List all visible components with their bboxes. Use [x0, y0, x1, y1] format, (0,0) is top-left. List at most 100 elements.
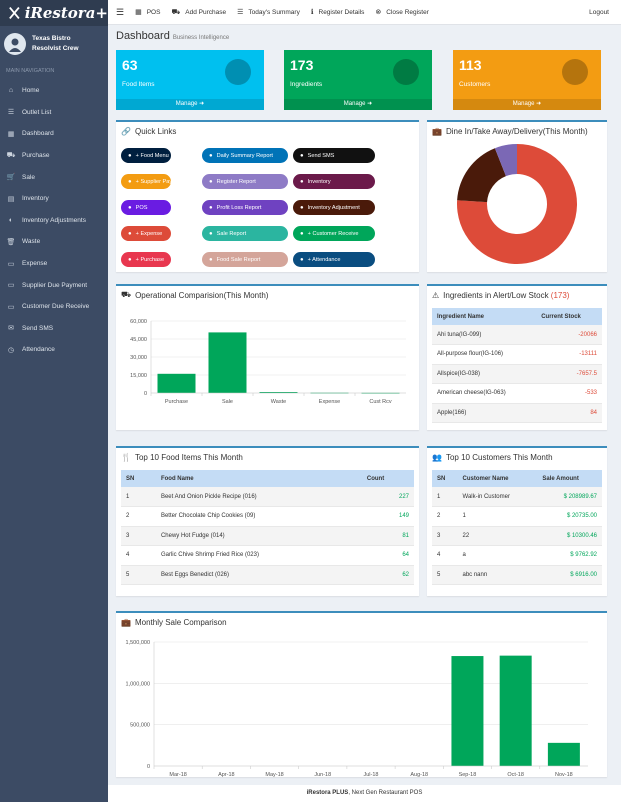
quick-link-supplier-payment[interactable]: ● + Supplier Payment	[121, 174, 185, 189]
y-tick-label: 1,000,000	[126, 681, 150, 687]
pizza-icon	[222, 56, 254, 90]
table-cell: 4	[432, 545, 458, 566]
quick-links-title: Quick Links	[134, 126, 177, 136]
operational-bar-chart: 0 15,000 30,000 45,000 60,000 Purchase Sale Was…	[130, 319, 406, 405]
table-cell: 81	[361, 526, 414, 546]
table-cell: American cheese(IG-063)	[432, 383, 537, 404]
quick-link-label: POS	[135, 204, 148, 211]
sidebar-item-label: Waste	[22, 238, 41, 246]
sidebar-item-inventory[interactable]: ▤ Inventory	[0, 188, 108, 210]
sidebar-item-customer-due-receive[interactable]: ▭ Customer Due Receive	[0, 296, 108, 318]
column-header: Count	[361, 470, 414, 487]
quick-link-customer-receive[interactable]: ● + Customer Receive	[293, 226, 375, 241]
table-row: 1 Beet And Onion Pickle Recipe (016) 227	[121, 487, 414, 507]
quick-link-daily-summary-report[interactable]: ● Daily Summary Report	[202, 148, 288, 163]
table-cell: a	[457, 545, 538, 566]
x-tick-label: Aug-18	[410, 772, 428, 778]
quick-link-attendance[interactable]: ● + Attendance	[293, 252, 375, 267]
quick-link-profit-loss-report[interactable]: ● Profit Loss Report	[202, 200, 288, 215]
sidebar-item-dashboard[interactable]: ▦ Dashboard	[0, 123, 108, 145]
quick-link-icon: ●	[128, 178, 132, 185]
table-cell: -13111	[536, 344, 602, 365]
quick-link-icon: ●	[300, 204, 304, 211]
table-row: 3 22 $ 10300.46	[432, 526, 602, 546]
table-cell: $ 10300.46	[537, 526, 602, 546]
topbar-add-purchase[interactable]: ⛟ Add Purchase	[171, 8, 226, 17]
stat-value: 173	[290, 57, 314, 73]
x-tick-label: May-18	[265, 772, 283, 778]
quick-link-label: + Supplier Payment	[135, 178, 185, 185]
app-logo[interactable]: iRestora+	[0, 0, 108, 26]
quick-link-purchase[interactable]: ● + Purchase	[121, 252, 171, 267]
topbar-pos[interactable]: ▦ POS	[135, 8, 160, 17]
leaf-icon	[390, 56, 422, 90]
footer: iRestora PLUS, Next Gen Restaurant POS	[108, 785, 621, 802]
operational-title: Operational Comparision(This Month)	[135, 290, 269, 300]
table-cell: 2	[432, 506, 458, 527]
quick-link-food-sale-report[interactable]: ● Food Sale Report	[202, 252, 288, 267]
quick-link-food-menu[interactable]: ● + Food Menu	[121, 148, 171, 163]
table-cell: 227	[361, 487, 414, 507]
quick-link-label: + Food Menu	[135, 152, 169, 159]
x-tick-label: Sale	[222, 399, 233, 405]
table-row: 5 abc nann $ 6916.00	[432, 565, 602, 585]
table-cell: Apple(166)	[432, 403, 537, 423]
menu-toggle-icon[interactable]: ☰	[116, 7, 124, 18]
quick-link-inventory-adjustment[interactable]: ● Inventory Adjustment	[293, 200, 375, 215]
quick-link-label: Send SMS	[307, 152, 335, 159]
sidebar-item-sale[interactable]: 🛒 Sale	[0, 166, 108, 188]
footer-brand: iRestora PLUS	[306, 790, 349, 796]
topbar-close-register[interactable]: ⊗ Close Register	[375, 8, 429, 17]
sidebar-item-expense[interactable]: ▭ Expense	[0, 253, 108, 275]
quick-link-send-sms[interactable]: ● Send SMS	[293, 148, 375, 163]
quick-link-pos[interactable]: ● POS	[121, 200, 171, 215]
column-header: SN	[432, 470, 458, 487]
stat-box-customers: 113 Customers Manage ➜	[453, 50, 601, 110]
quick-link-label: + Customer Receive	[307, 230, 359, 237]
home-icon: ⌂	[8, 87, 14, 95]
table-cell: Best Eggs Benedict (026)	[155, 565, 362, 585]
quick-link-register-report[interactable]: ● Register Report	[202, 174, 288, 189]
footer-tagline: , Next Gen Restaurant POS	[348, 790, 423, 796]
sidebar-item-label: Outlet List	[22, 108, 52, 116]
table-row: 3 Chewy Hot Fudge (014) 81	[121, 526, 414, 546]
column-header: Ingredient Name	[432, 308, 537, 325]
manage-link[interactable]: Manage ➜	[284, 99, 432, 110]
sidebar-item-inventory-adjustments[interactable]: ◐ Inventory Adjustments	[0, 210, 108, 232]
dine-in-panel: 💼 Dine In/Take Away/Delivery(This Month)	[427, 120, 607, 272]
manage-link[interactable]: Manage ➜	[453, 99, 601, 110]
sidebar-item-waste[interactable]: 🗑 Waste	[0, 231, 108, 253]
x-tick-label: Mar-18	[169, 772, 186, 778]
table-cell: 1	[457, 506, 538, 527]
topbar-register-details[interactable]: ℹ Register Details	[311, 8, 365, 17]
quick-link-icon: ●	[128, 256, 132, 263]
column-header: Sale Amount	[537, 470, 602, 487]
sidebar-item-send-sms[interactable]: ✉ Send SMS	[0, 318, 108, 340]
table-cell: 4	[121, 545, 156, 566]
sidebar-item-outlet-list[interactable]: ☰ Outlet List	[0, 102, 108, 124]
sidebar-item-attendance[interactable]: ◷ Attendance	[0, 339, 108, 361]
manage-link[interactable]: Manage ➜	[116, 99, 264, 110]
x-tick-label: Jul-18	[364, 772, 379, 778]
top-customers-title: Top 10 Customers This Month	[445, 452, 553, 462]
top-food-title: Top 10 Food Items This Month	[134, 452, 243, 462]
table-row: Apple(166) 84	[432, 403, 602, 423]
table-cell: 1	[432, 487, 458, 507]
top-navbar: ☰ ▦ POS ⛟ Add Purchase ☰ Today's Summary ℹ Regi…	[108, 0, 621, 25]
logout-link[interactable]: Logout	[589, 9, 609, 16]
grid-icon: ▦	[135, 9, 142, 16]
table-cell: 1	[121, 487, 156, 507]
nav-list: ⌂ Home ☰ Outlet List ▦ Dashboard ⛟ Purchase 🛒 Sal…	[0, 80, 108, 361]
sidebar-item-home[interactable]: ⌂ Home	[0, 80, 108, 102]
quick-link-inventory[interactable]: ● Inventory	[293, 174, 375, 189]
table-row: All-purpose flour(IG-106) -13111	[432, 344, 602, 365]
sidebar-item-supplier-due-payment[interactable]: ▭ Supplier Due Payment	[0, 274, 108, 296]
sidebar-item-purchase[interactable]: ⛟ Purchase	[0, 145, 108, 167]
briefcase-icon: 💼	[432, 126, 442, 136]
topbar-item-label: Register Details	[318, 8, 365, 16]
topbar-today-s-summary[interactable]: ☰ Today's Summary	[237, 8, 300, 17]
quick-link-sale-report[interactable]: ● Sale Report	[202, 226, 288, 241]
table-cell: 22	[457, 526, 538, 546]
quick-link-expense[interactable]: ● + Expense	[121, 226, 171, 241]
table-row: 1 Walk-in Customer $ 208989.67	[432, 487, 602, 507]
